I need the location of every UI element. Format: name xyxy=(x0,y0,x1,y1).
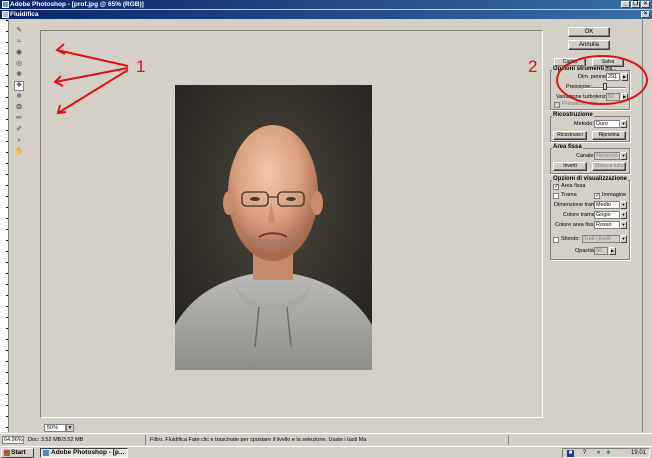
freeze-tool-icon[interactable]: ✏ xyxy=(14,114,24,124)
image-checkbox[interactable]: ✓ xyxy=(594,193,600,199)
ok-button[interactable]: OK xyxy=(568,27,610,37)
close-button[interactable]: × xyxy=(641,1,650,8)
mesh-label: Trama xyxy=(561,192,577,198)
minimize-button[interactable]: _ xyxy=(621,1,630,8)
stylus-pressure-label: Pressione stilo xyxy=(562,101,598,107)
taskbar-photoshop-label: Adobe Photoshop - [p... xyxy=(51,449,125,456)
restore-button[interactable]: ❐ xyxy=(631,1,640,8)
tray-app-icon[interactable]: ■ xyxy=(567,450,574,457)
annotation-label-1: 1 xyxy=(136,57,146,76)
start-button[interactable]: Start xyxy=(1,448,34,458)
freeze-color-select[interactable]: Rosso xyxy=(594,221,620,229)
frozen-area-label: Area fissa xyxy=(561,183,586,189)
warp-tool-icon[interactable]: ✎ xyxy=(14,26,24,36)
hand-tool-icon[interactable]: ✋ xyxy=(14,147,24,157)
reconstruct-tool-icon[interactable]: ≈ xyxy=(14,37,24,47)
backdrop-label: Sfondo: xyxy=(561,236,580,242)
opacity-arrow[interactable]: ▶ xyxy=(609,247,616,255)
twirl-ccw-tool-icon[interactable]: ◎ xyxy=(14,59,24,69)
taskbar-photoshop-button[interactable]: Adobe Photoshop - [p... xyxy=(40,448,128,458)
channel-label: Canale: xyxy=(576,153,595,159)
photoshop-task-icon xyxy=(43,450,49,456)
backdrop-arrow[interactable]: ▼ xyxy=(620,235,627,243)
mesh-size-arrow[interactable]: ▼ xyxy=(620,201,627,209)
channel-select[interactable]: Nessuno xyxy=(594,152,620,160)
status-bar: 64.96% Doc: 3.52 MB/3.52 MB Filtro. Flui… xyxy=(0,433,652,445)
stylus-pressure-checkbox[interactable] xyxy=(554,102,560,108)
taskbar-clock: 19.01 xyxy=(630,450,646,456)
tray-chevron-icon[interactable]: « xyxy=(595,450,602,457)
shift-pixels-tool-icon[interactable]: ✵ xyxy=(14,92,24,102)
reconstruct-mode-select[interactable]: Duro xyxy=(594,120,620,128)
freeze-title: Area fissa xyxy=(552,144,583,150)
thaw-tool-icon[interactable]: ✐ xyxy=(14,125,24,135)
reconstruct-mode-label: Metodo: xyxy=(574,121,594,127)
brush-size-field[interactable]: 291 xyxy=(606,73,620,81)
twirl-cw-tool-icon[interactable]: ◉ xyxy=(14,48,24,58)
dialog-icon xyxy=(2,11,9,18)
tool-options-title: Opzioni strumenti xyxy=(552,66,605,72)
mesh-color-arrow[interactable]: ▼ xyxy=(620,211,627,219)
pressure-slider-thumb[interactable] xyxy=(603,83,607,90)
thaw-all-button[interactable]: Sblocca tutto xyxy=(592,162,626,171)
mesh-color-select[interactable]: Grigio xyxy=(594,211,620,219)
zoom-tool-icon[interactable]: ⌕ xyxy=(14,136,24,146)
backdrop-select[interactable]: Tutti i livelli xyxy=(582,235,620,243)
status-separator xyxy=(145,435,146,445)
dialog-close-button[interactable]: × xyxy=(641,11,650,18)
status-hint: Filtro. Fluidifica Fate clic e trascinat… xyxy=(150,437,367,443)
opacity-field[interactable]: 50 xyxy=(594,247,608,255)
start-label: Start xyxy=(11,449,26,456)
brush-size-arrow[interactable]: ▶ xyxy=(621,73,628,81)
dialog-title: Fluidifica xyxy=(10,11,39,18)
opacity-label: Opacità: xyxy=(575,248,596,254)
zoom-dropdown-arrow[interactable]: ▼ xyxy=(66,424,74,432)
turbulence-arrow[interactable]: ▶ xyxy=(621,93,628,101)
reconstruct-button[interactable]: Ricostruisci xyxy=(553,131,587,140)
windows-taskbar: Start Adobe Photoshop - [p... ■ ? « ♣ 19… xyxy=(0,446,652,458)
reflection-tool-icon[interactable]: ❂ xyxy=(14,103,24,113)
cancel-button[interactable]: Annulla xyxy=(568,40,610,50)
turbulence-field[interactable]: 50 xyxy=(606,93,620,101)
vertical-ruler xyxy=(0,20,9,432)
invert-button[interactable]: Inverti xyxy=(553,162,587,171)
freeze-color-arrow[interactable]: ▼ xyxy=(620,221,627,229)
reconstruction-title: Ricostruzione xyxy=(552,112,594,118)
photoshop-window-title: Adobe Photoshop - [prof.jpg @ 65% (RGB)] xyxy=(10,1,144,8)
reconstruct-mode-arrow[interactable]: ▼ xyxy=(620,120,627,128)
mesh-color-label: Colore trama: xyxy=(563,212,597,218)
status-doc-size: Doc: 3.52 MB/3.52 MB xyxy=(28,437,84,443)
bloat-tool-icon[interactable]: ❖ xyxy=(14,81,24,91)
help-icon[interactable]: ? xyxy=(581,450,588,457)
liquify-dialog-title-bar: Fluidifica × xyxy=(0,10,652,19)
system-tray: ■ ? « ♣ 19.01 xyxy=(562,448,650,458)
channel-arrow[interactable]: ▼ xyxy=(620,152,627,160)
frozen-area-checkbox[interactable]: ✓ xyxy=(553,184,559,190)
image-label: Immagine xyxy=(602,192,627,198)
view-options-title: Opzioni di visualizzazione xyxy=(552,176,629,182)
status-zoom-field[interactable]: 64.96% xyxy=(2,436,24,444)
photoshop-app-icon xyxy=(2,1,9,8)
photoshop-title-bar: Adobe Photoshop - [prof.jpg @ 65% (RGB)]… xyxy=(0,0,652,9)
zoom-field[interactable]: 50% xyxy=(44,424,66,432)
status-separator xyxy=(508,435,509,445)
mesh-checkbox[interactable] xyxy=(553,193,559,199)
workspace-scrollbar[interactable] xyxy=(642,20,652,432)
revert-button[interactable]: Ripristina xyxy=(592,131,626,140)
pucker-tool-icon[interactable]: ❀ xyxy=(14,70,24,80)
mesh-size-select[interactable]: Medio xyxy=(594,201,620,209)
windows-logo-icon xyxy=(4,450,10,456)
backdrop-checkbox[interactable] xyxy=(553,237,559,243)
network-icon[interactable]: ♣ xyxy=(605,450,612,457)
turbulence-label: Variazione turbolenza: xyxy=(556,94,611,100)
freeze-color-label: Colore area fissa: xyxy=(555,222,599,228)
preview-photo[interactable] xyxy=(175,85,372,370)
liquify-toolbox: ✎ ≈ ◉ ◎ ❀ ❖ ✵ ❂ ✏ ✐ ⌕ ✋ xyxy=(13,26,25,158)
portrait-image xyxy=(175,85,372,370)
annotation-label-2: 2 xyxy=(528,57,538,76)
